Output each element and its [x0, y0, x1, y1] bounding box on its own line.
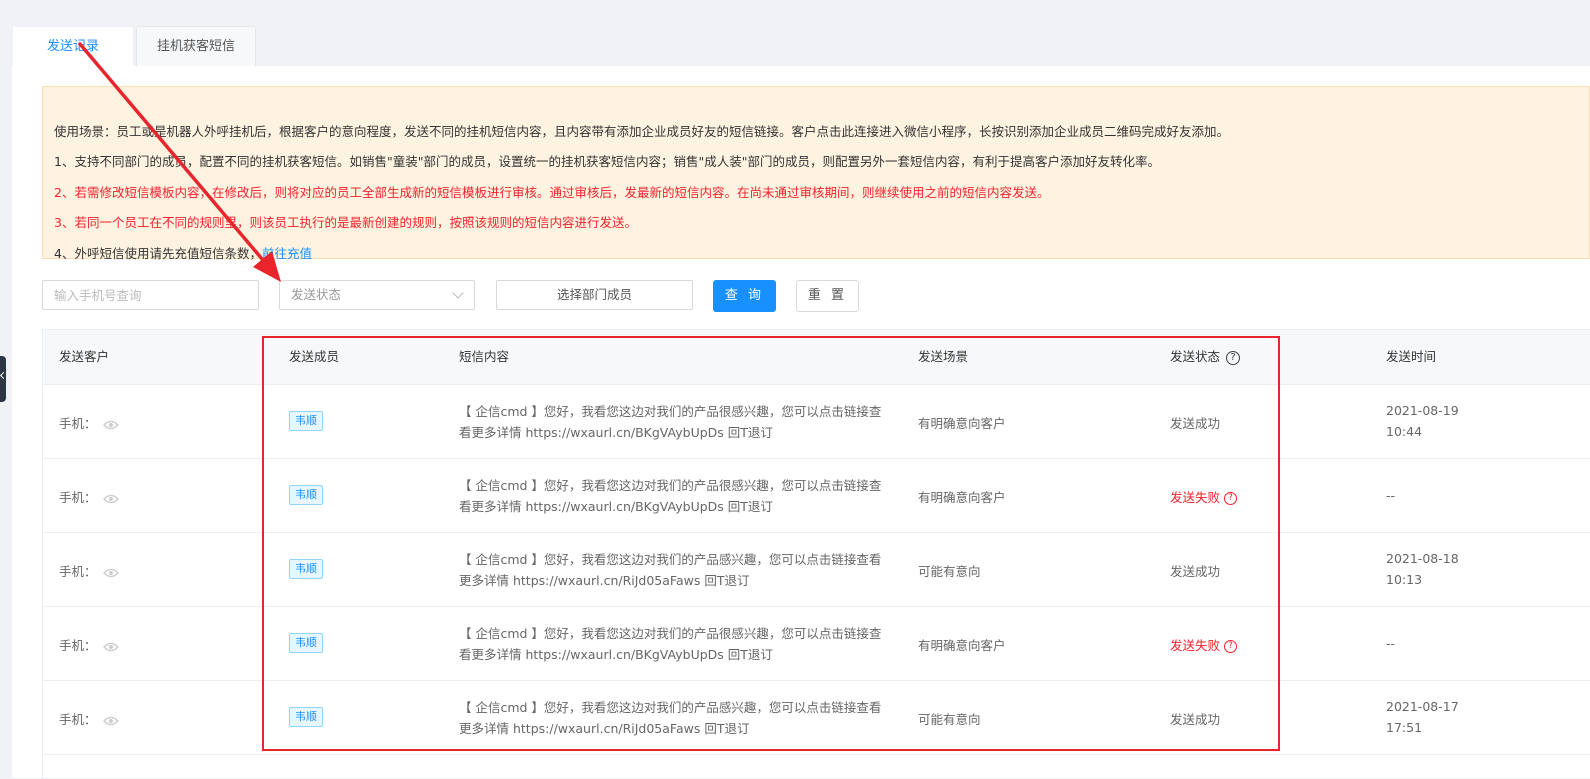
status-text: 发送失败: [1170, 490, 1221, 505]
scene-cell: 有明确意向客户: [918, 416, 1006, 431]
scene-cell: 可能有意向: [918, 712, 981, 727]
time-date: --: [1386, 636, 1396, 651]
collapse-sidebar-handle[interactable]: [0, 356, 8, 402]
question-icon[interactable]: ?: [1224, 492, 1238, 505]
eye-icon[interactable]: [102, 716, 119, 726]
notice-line-scenario: 使用场景：员工或是机器人外呼挂机后，根据客户的意向程度，发送不同的挂机短信内容，…: [54, 124, 1230, 139]
status-text: 发送失败: [1170, 638, 1221, 653]
status-text: 发送成功: [1170, 712, 1221, 727]
sms-content-cell: 【 企信cmd 】您好，我看您这边对我们的产品很感兴趣，您可以点击链接查看更多详…: [459, 404, 882, 440]
phone-search-input[interactable]: [42, 280, 259, 310]
client-cell: 手机：: [59, 561, 119, 580]
send-status-select[interactable]: 发送状态: [279, 280, 475, 310]
member-tag: 韦顺: [289, 633, 323, 653]
tab-content: 使用场景：员工或是机器人外呼挂机后，根据客户的意向程度，发送不同的挂机短信内容，…: [12, 66, 1590, 779]
recharge-link[interactable]: 前往充值: [262, 246, 312, 261]
status-text: 发送成功: [1170, 564, 1221, 579]
time-date: 2021-08-18: [1386, 551, 1459, 566]
time-cell: 2021-08-19 10:44: [1386, 400, 1459, 442]
time-clock: 10:44: [1386, 424, 1423, 439]
member-tag: 韦顺: [289, 411, 323, 431]
client-phone-label: 手机：: [59, 638, 97, 653]
client-phone-label: 手机：: [59, 564, 97, 579]
question-icon[interactable]: ?: [1224, 640, 1238, 653]
status-cell: 发送成功: [1170, 561, 1220, 580]
question-icon[interactable]: ?: [1226, 350, 1241, 365]
scene-cell: 有明确意向客户: [918, 490, 1006, 505]
status-cell: 发送失败?: [1170, 487, 1238, 506]
table-row: 手机： 韦顺 【 企信cmd 】您好，我看您这边对我们的产品感兴趣，您可以点击链…: [43, 533, 1590, 607]
status-text: 发送成功: [1170, 416, 1221, 431]
eye-icon[interactable]: [102, 568, 119, 578]
time-cell: --: [1386, 633, 1395, 654]
header-scene: 发送场景: [918, 349, 969, 364]
sms-content-cell: 【 企信cmd 】您好，我看您这边对我们的产品感兴趣，您可以点击链接查看更多详情…: [459, 552, 882, 588]
chevron-left-icon: [0, 371, 8, 380]
header-sms: 短信内容: [459, 349, 510, 364]
time-cell: 2021-08-18 10:13: [1386, 548, 1459, 590]
sms-content-cell: 【 企信cmd 】您好，我看您这边对我们的产品感兴趣，您可以点击链接查看更多详情…: [459, 700, 882, 736]
notice-line-1: 1、支持不同部门的成员，配置不同的挂机获客短信。如销售"童装"部门的成员，设置统…: [54, 154, 1160, 169]
header-client: 发送客户: [59, 349, 110, 364]
client-phone-label: 手机：: [59, 416, 97, 431]
table-row: 手机： 韦顺 【 企信cmd 】您好，我看您这边对我们的产品很感兴趣，您可以点击…: [43, 459, 1590, 533]
notice-line-4-text: 4、外呼短信使用请先充值短信条数，: [54, 246, 262, 261]
send-records-table: 发送客户 发送成员 短信内容 发送场景 发送状态? 发送时间 手机： 韦顺 【 …: [42, 329, 1590, 779]
sms-content-cell: 【 企信cmd 】您好，我看您这边对我们的产品很感兴趣，您可以点击链接查看更多详…: [459, 478, 882, 514]
time-cell: --: [1386, 485, 1395, 506]
time-date: 2021-08-17: [1386, 699, 1459, 714]
time-clock: 17:51: [1386, 720, 1423, 735]
time-date: --: [1386, 488, 1396, 503]
header-status: 发送状态?: [1170, 330, 1241, 384]
eye-icon[interactable]: [102, 420, 119, 430]
query-button[interactable]: 查 询: [713, 280, 776, 312]
status-cell: 发送成功: [1170, 709, 1220, 728]
time-clock: 10:13: [1386, 572, 1423, 587]
client-cell: 手机：: [59, 413, 119, 432]
member-tag: 韦顺: [289, 559, 323, 579]
scene-cell: 可能有意向: [918, 564, 981, 579]
header-status-label: 发送状态: [1170, 349, 1221, 364]
notice-line-4: 4、外呼短信使用请先充值短信条数，前往充值: [54, 243, 312, 262]
header-member: 发送成员: [289, 349, 340, 364]
client-cell: 手机：: [59, 487, 119, 506]
member-tag: 韦顺: [289, 707, 323, 727]
table-row: 手机： 韦顺 【 企信cmd 】您好，我看您这边对我们的产品很感兴趣，您可以点击…: [43, 385, 1590, 459]
notice-line-3: 3、若同一个员工在不同的规则里，则该员工执行的是最新创建的规则，按照该规则的短信…: [54, 215, 637, 230]
table-row: 手机： 韦顺 【 企信cmd 】您好，我看您这边对我们的产品很感兴趣，您可以点击…: [43, 607, 1590, 681]
client-phone-label: 手机：: [59, 712, 97, 727]
header-time: 发送时间: [1386, 349, 1437, 364]
client-phone-label: 手机：: [59, 490, 97, 505]
reset-button[interactable]: 重 置: [796, 280, 859, 312]
notice-line-2: 2、若需修改短信模板内容，在修改后，则将对应的员工全部生成新的短信模板进行审核。…: [54, 185, 1050, 200]
status-cell: 发送成功: [1170, 413, 1220, 432]
time-cell: 2021-08-17 17:51: [1386, 696, 1459, 738]
tab-hangup-sms[interactable]: 挂机获客短信: [136, 26, 256, 67]
table-header: 发送客户 发送成员 短信内容 发送场景 发送状态? 发送时间: [43, 330, 1590, 385]
select-department-member-button[interactable]: 选择部门成员: [496, 280, 693, 310]
eye-icon[interactable]: [102, 494, 119, 504]
eye-icon[interactable]: [102, 642, 119, 652]
member-tag: 韦顺: [289, 485, 323, 505]
client-cell: 手机：: [59, 635, 119, 654]
table-row: 手机： 韦顺 【 企信cmd 】您好，我看您这边对我们的产品感兴趣，您可以点击链…: [43, 681, 1590, 755]
time-date: 2021-08-19: [1386, 403, 1459, 418]
scene-cell: 有明确意向客户: [918, 638, 1006, 653]
main-panel: 发送记录 挂机获客短信 使用场景：员工或是机器人外呼挂机后，根据客户的意向程度，…: [12, 26, 1590, 779]
send-status-placeholder: 发送状态: [291, 287, 342, 302]
status-cell: 发送失败?: [1170, 635, 1238, 654]
usage-notice: 使用场景：员工或是机器人外呼挂机后，根据客户的意向程度，发送不同的挂机短信内容，…: [42, 86, 1590, 262]
chevron-down-icon: [452, 287, 464, 299]
tab-send-records[interactable]: 发送记录: [12, 26, 134, 67]
client-cell: 手机：: [59, 709, 119, 728]
sms-content-cell: 【 企信cmd 】您好，我看您这边对我们的产品很感兴趣，您可以点击链接查看更多详…: [459, 626, 882, 662]
